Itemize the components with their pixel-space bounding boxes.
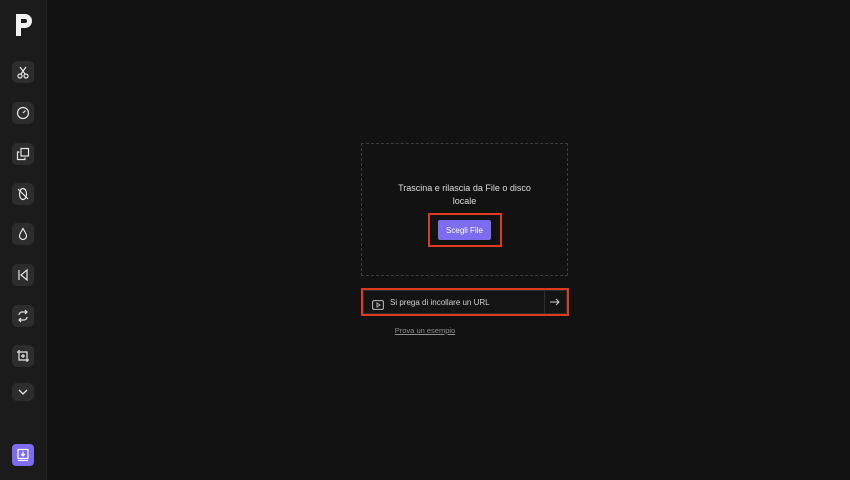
skip-back-icon[interactable] xyxy=(12,264,34,286)
choose-file-button[interactable]: Scegli File xyxy=(438,220,491,240)
drop-zone[interactable]: Trascina e rilascia da File o disco loca… xyxy=(361,143,568,276)
chevron-down-icon[interactable] xyxy=(12,383,34,401)
crop-rotate-icon[interactable] xyxy=(12,183,34,205)
url-divider xyxy=(544,291,545,313)
video-icon xyxy=(372,297,384,310)
speedometer-icon[interactable] xyxy=(12,102,34,124)
url-input-box xyxy=(363,290,567,314)
copy-icon[interactable] xyxy=(12,143,34,165)
drop-instruction: Trascina e rilascia da File o disco loca… xyxy=(398,183,531,206)
loop-icon[interactable] xyxy=(12,305,34,327)
download-icon[interactable] xyxy=(12,444,34,466)
scissors-icon[interactable] xyxy=(12,61,34,83)
url-input[interactable] xyxy=(390,294,540,310)
p-logo-icon[interactable] xyxy=(12,12,34,38)
drop-icon[interactable] xyxy=(12,223,34,245)
crop-add-icon[interactable] xyxy=(12,345,34,367)
arrow-right-icon[interactable] xyxy=(548,296,562,308)
try-example-link[interactable]: Prova un esempio xyxy=(0,326,850,335)
sidebar xyxy=(0,0,47,480)
